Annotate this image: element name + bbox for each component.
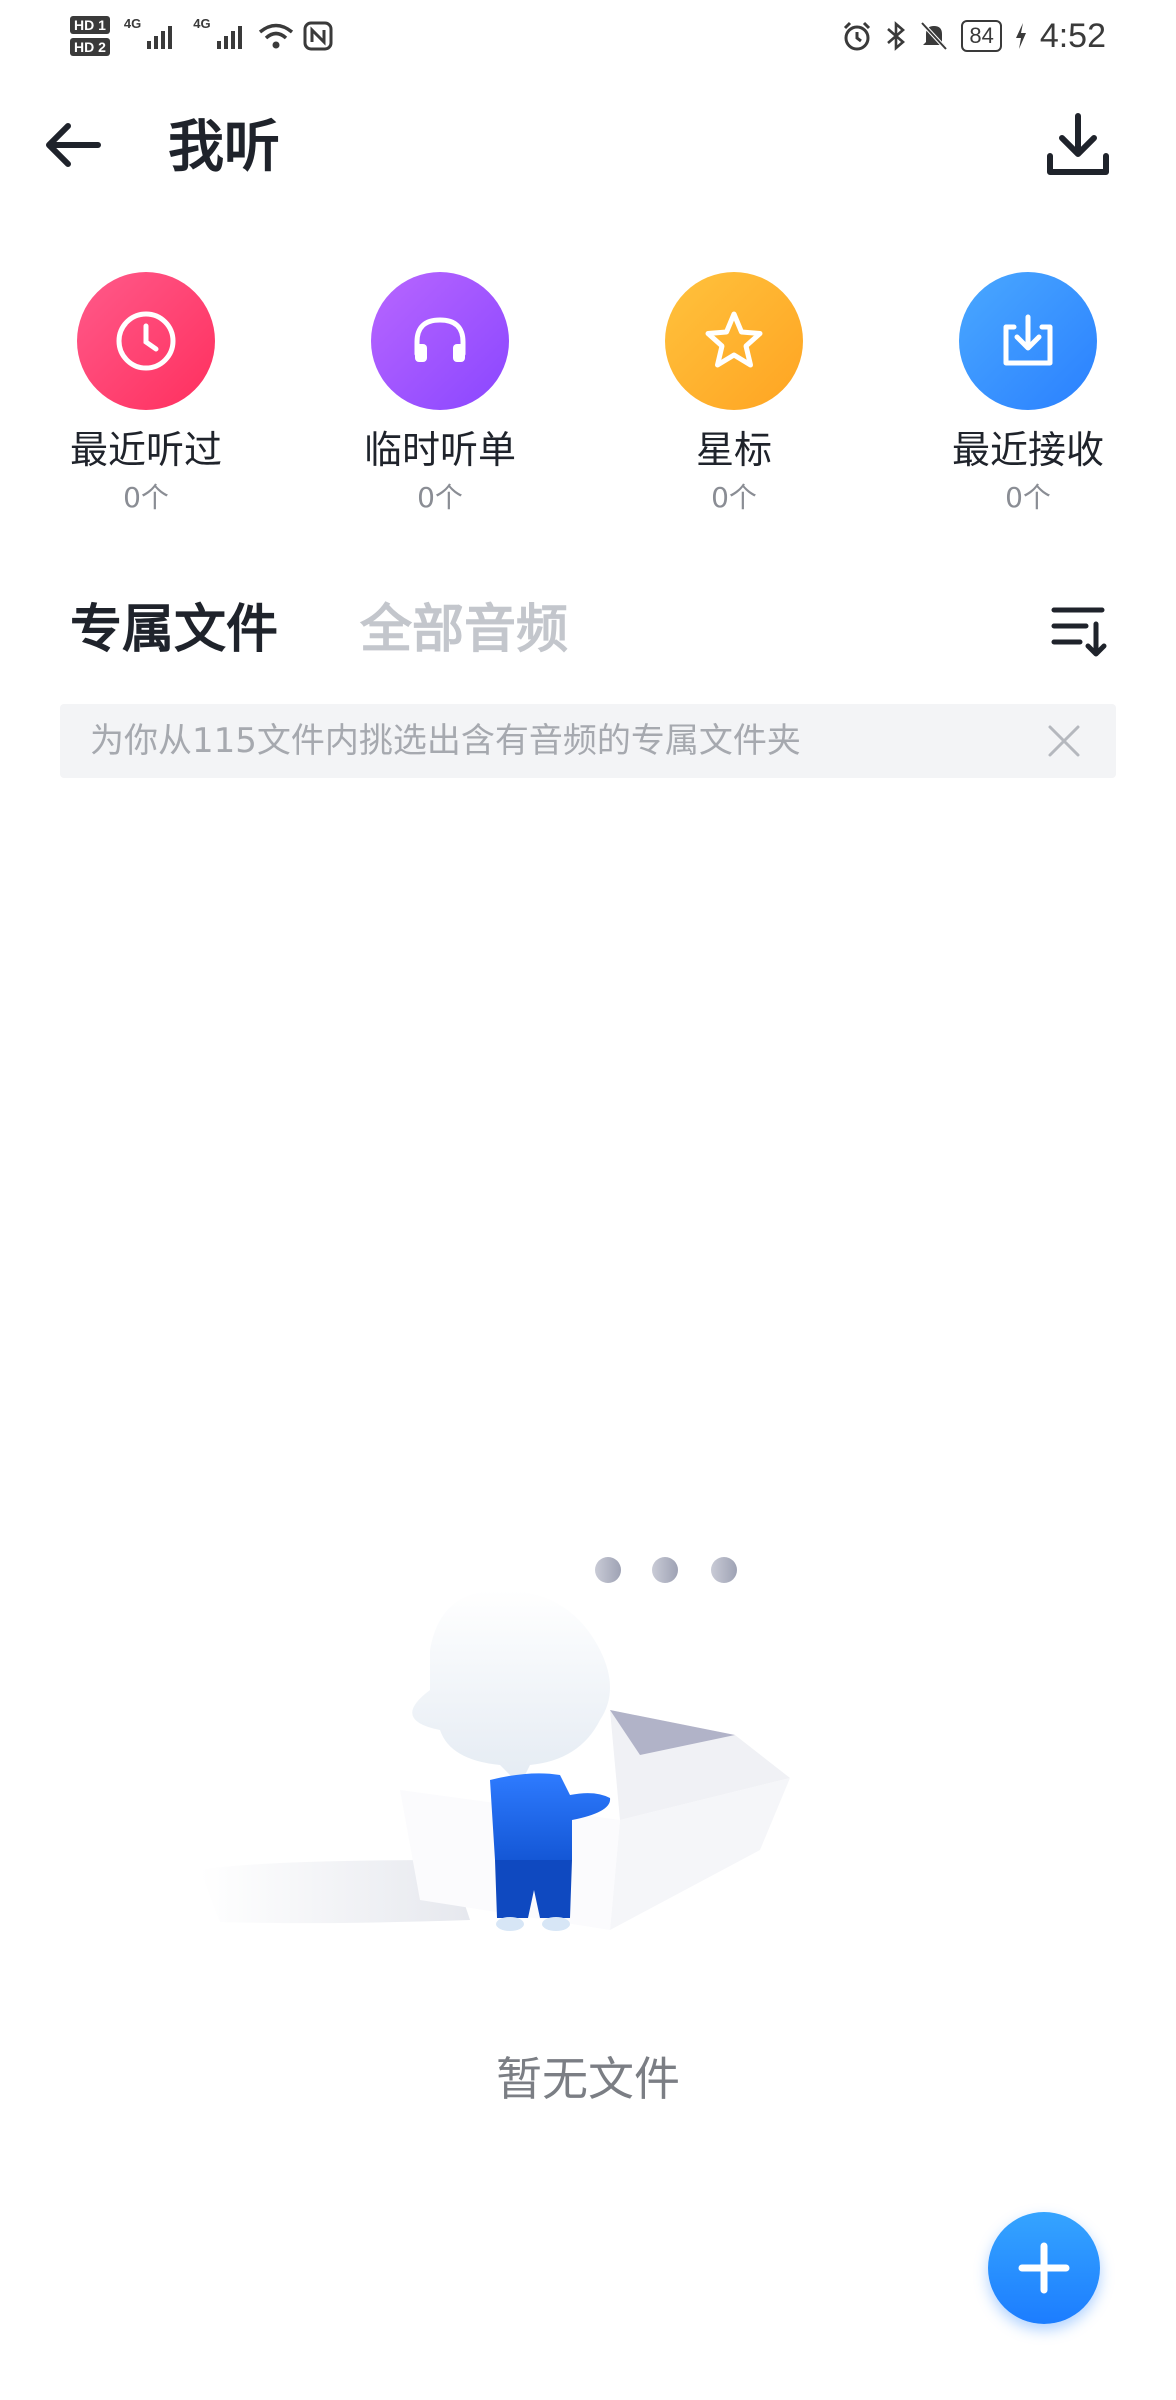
arrow-left-icon [46, 123, 101, 167]
quick-entry-label: 最近听过 [69, 428, 222, 472]
sim1-badge: HD 1 [70, 16, 110, 34]
download-icon [1047, 113, 1109, 175]
quick-entry-label: 星标 [695, 428, 772, 472]
quick-entries: 最近听过 0个 临时听单 0个 星标 0个 最近接收 0个 [0, 272, 1176, 532]
tip-banner: 为你从115文件内挑选出含有音频的专属文件夹 [60, 704, 1116, 778]
tip-close-button[interactable] [1042, 719, 1086, 763]
signal-icon [147, 26, 173, 49]
charging-icon [1015, 23, 1026, 49]
empty-state-illustration [200, 1557, 790, 1931]
recent-received-badge [959, 272, 1097, 410]
quick-entry-count: 0个 [1005, 481, 1051, 514]
quick-entry-starred[interactable]: 星标 0个 [624, 272, 844, 532]
signal-icon [216, 26, 242, 49]
tip-text: 为你从115文件内挑选出含有音频的专属文件夹 [90, 721, 801, 761]
quick-entry-temp-playlist[interactable]: 临时听单 0个 [330, 272, 550, 532]
sort-icon [1051, 607, 1107, 657]
tab-exclusive-files[interactable]: 专属文件 [70, 592, 278, 668]
temp-playlist-badge [371, 272, 509, 410]
tab-all-audio[interactable]: 全部音频 [360, 592, 568, 668]
nfc-icon [303, 21, 333, 51]
network-type-2: 4G [193, 16, 211, 31]
mute-icon [920, 21, 948, 51]
wifi-icon [258, 23, 293, 49]
sort-button[interactable] [1048, 600, 1110, 662]
empty-state-text: 暂无文件 [496, 2052, 680, 2106]
quick-entry-label: 临时听单 [363, 428, 516, 472]
alarm-icon [844, 21, 871, 51]
status-right: 84 4:52 [841, 12, 1106, 60]
bluetooth-icon [887, 21, 906, 51]
quick-entry-recent-received[interactable]: 最近接收 0个 [918, 272, 1138, 532]
sim2-badge: HD 2 [70, 38, 110, 56]
recent-listened-badge [77, 272, 215, 410]
page-title: 我听 [168, 115, 280, 180]
quick-entry-count: 0个 [123, 481, 169, 514]
quick-entry-count: 0个 [417, 481, 463, 514]
download-button[interactable] [1040, 108, 1116, 184]
star-icon [705, 311, 763, 368]
inbox-download-icon [1003, 314, 1053, 366]
close-icon [1048, 725, 1080, 757]
headphones-icon [414, 317, 466, 362]
status-bar: HD 1 HD 2 4G 4G 84 4:52 [0, 0, 1176, 72]
clock-icon [116, 311, 176, 371]
clock: 4:52 [1039, 16, 1106, 55]
quick-entry-label: 最近接收 [951, 428, 1104, 472]
plus-icon [1018, 2242, 1070, 2294]
quick-entry-recent-listened[interactable]: 最近听过 0个 [36, 272, 256, 532]
network-type-1: 4G [123, 16, 142, 31]
quick-entry-count: 0个 [711, 481, 757, 514]
status-left: HD 1 HD 2 4G 4G [70, 8, 333, 64]
back-button[interactable] [40, 112, 110, 182]
add-button[interactable] [988, 2212, 1100, 2324]
starred-badge [665, 272, 803, 410]
battery-level: 84 [961, 20, 1002, 52]
